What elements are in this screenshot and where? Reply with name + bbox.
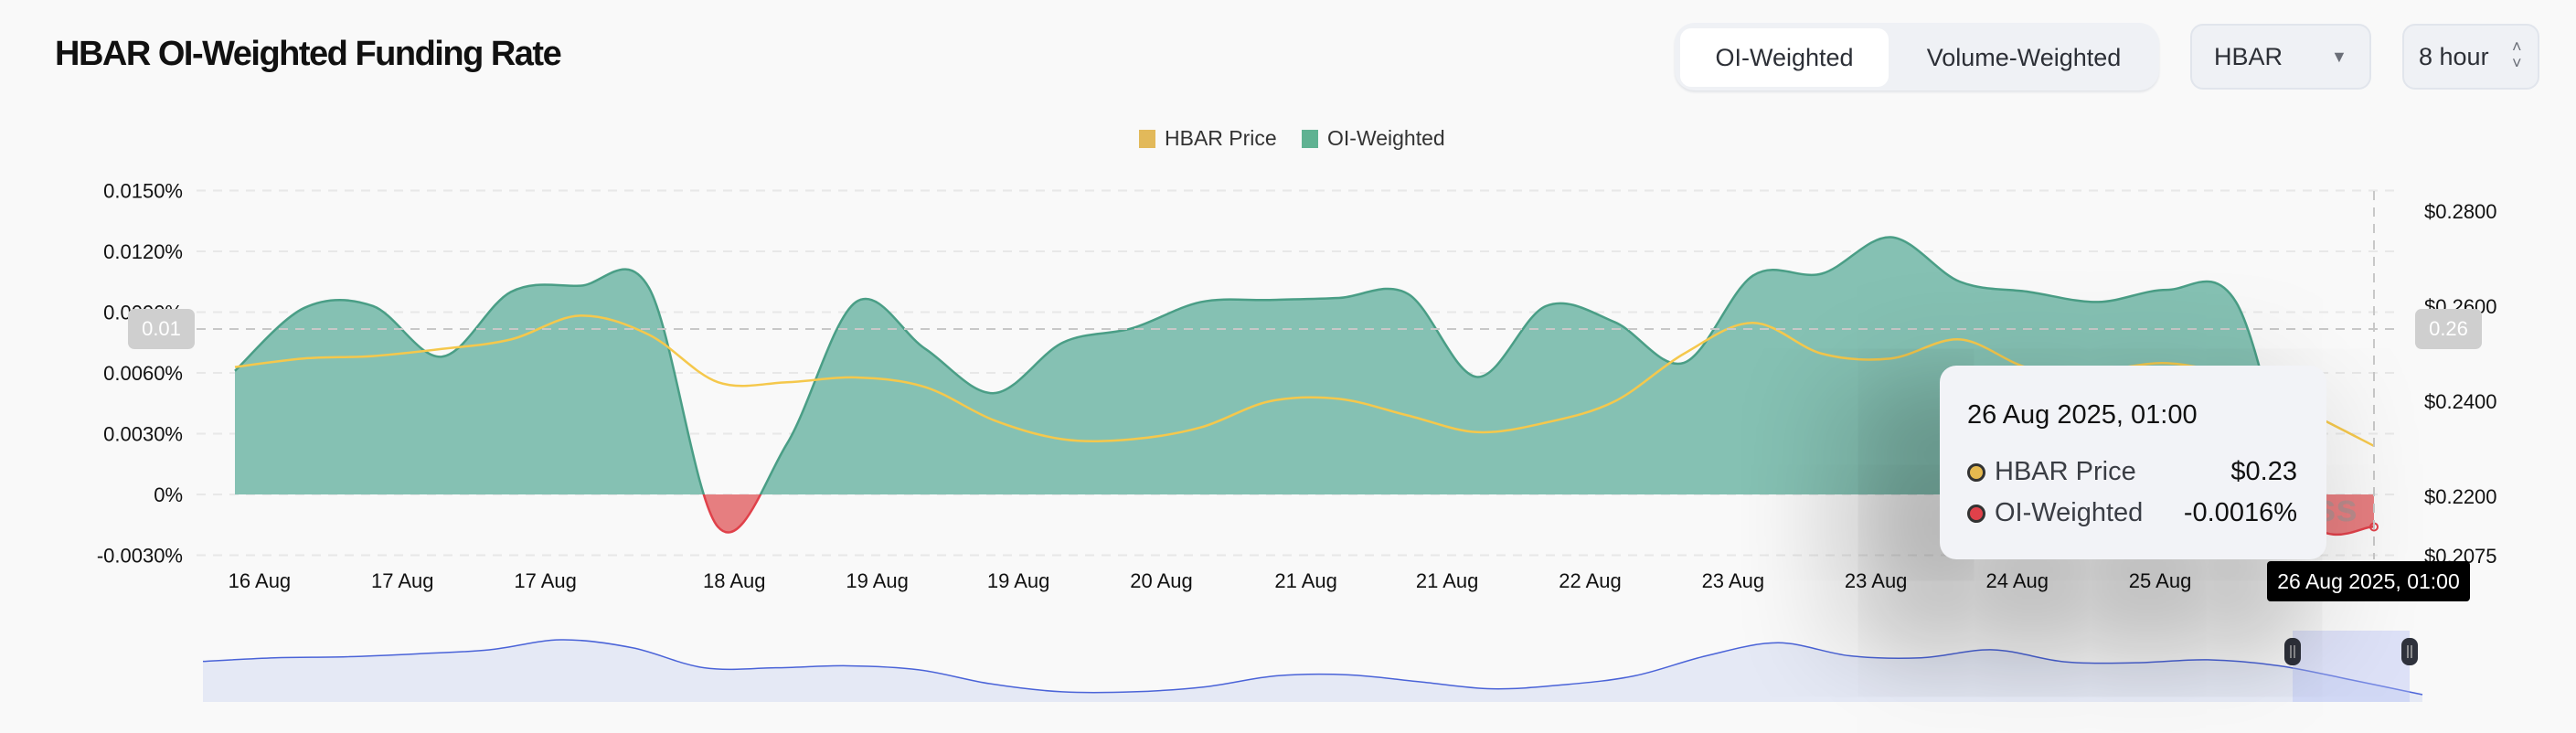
y-right-tick-label: $0.2200 [2424,485,2497,508]
tooltip-value: -0.0016% [2183,498,2297,527]
y-left-tick-label: -0.0030% [97,545,183,568]
x-tick-label: 19 Aug [846,569,909,592]
price-dot-icon [1967,462,1985,482]
crosshair-right-label: 0.26 [2415,309,2482,349]
x-tick-label: 17 Aug [514,569,577,592]
tooltip-label: HBAR Price [1995,457,2136,486]
y-left-tick-label: 0.0060% [103,362,183,385]
x-tick-label: 16 Aug [229,569,292,592]
y-left-tick-label: 0% [154,483,183,506]
x-tick-label: 24 Aug [1985,569,2049,592]
crosshair-left-label: 0.01 [128,309,195,349]
y-left-tick-label: 0.0120% [103,240,183,263]
x-tick-label: 23 Aug [1845,569,1908,592]
navigator-area [203,639,2422,702]
tooltip-label: OI-Weighted [1995,498,2144,527]
x-tick-label: 17 Aug [371,569,434,592]
x-tick-label: 18 Aug [703,569,766,592]
tooltip: 26 Aug 2025, 01:00 HBAR Price $0.23 OI-W… [1940,366,2326,559]
x-tick-label: 23 Aug [1702,569,1765,592]
tooltip-value: $0.23 [2230,457,2297,486]
oi-dot-icon [1967,504,1985,523]
tooltip-row-oi: OI-Weighted -0.0016% [1967,498,2297,528]
navigator-handle[interactable] [2284,638,2301,665]
y-left-tick-label: 0.0150% [103,180,183,203]
x-tick-label: 21 Aug [1274,569,1337,592]
y-right-tick-label: $0.2400 [2424,390,2497,413]
tooltip-date: 26 Aug 2025, 01:00 [1967,400,2198,430]
x-tick-label: 19 Aug [987,569,1050,592]
x-tick-label: 25 Aug [2129,569,2192,592]
x-tick-label: 21 Aug [1416,569,1479,592]
tooltip-row-price: HBAR Price $0.23 [1967,457,2297,487]
y-right-tick-label: $0.2800 [2424,200,2497,223]
x-tick-label: 22 Aug [1559,569,1622,592]
navigator-selection[interactable] [2293,631,2410,702]
crosshair-x-label: 26 Aug 2025, 01:00 [2267,561,2470,601]
navigator-handle[interactable] [2401,638,2418,665]
y-left-tick-label: 0.0030% [103,423,183,446]
x-tick-label: 20 Aug [1130,569,1193,592]
